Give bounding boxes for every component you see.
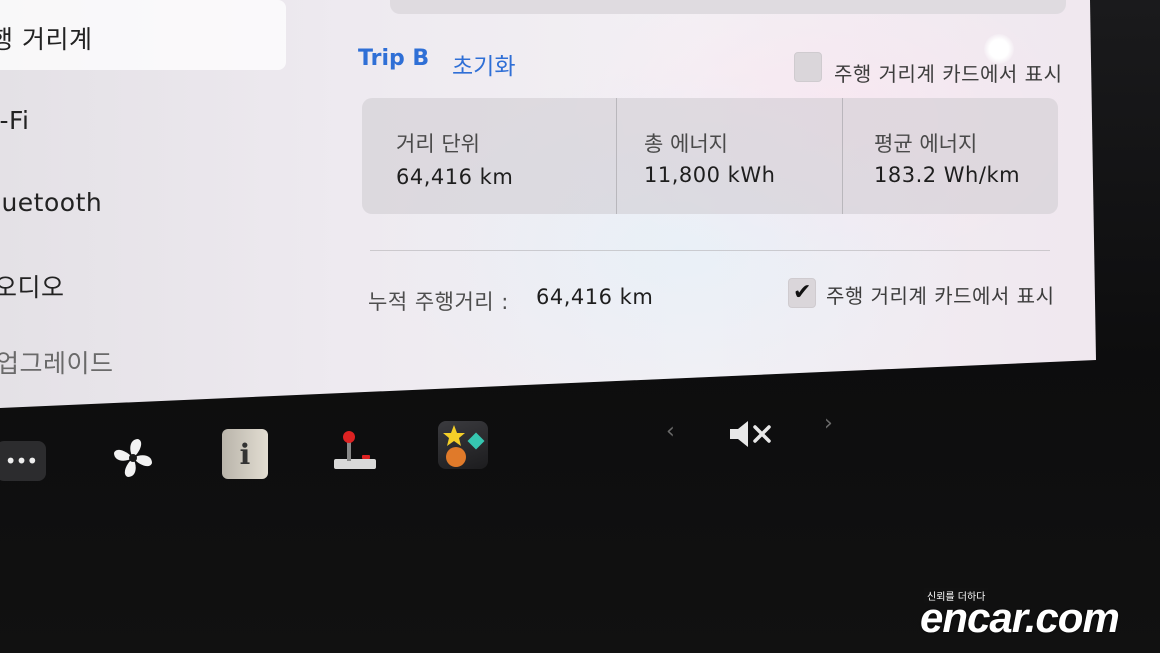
stat-distance-value: 64,416 km [396,165,514,189]
more-icon: ••• [4,449,38,473]
climate-fan-button[interactable] [108,433,158,483]
chevron-right-icon: › [824,411,833,436]
chevron-left-icon: ‹ [666,419,675,444]
light-glare-spot [984,34,1014,64]
owners-manual-button[interactable]: i [222,429,268,479]
toybox-icon [443,425,485,467]
stat-distance-label: 거리 단위 [396,132,480,156]
arcade-joystick-icon [334,431,376,469]
toybox-button[interactable] [438,421,488,469]
stats-divider [842,98,843,214]
encar-watermark: 신뢰를 더하다 encar.com [920,584,1154,644]
trip-b-show-on-card-label: 주행 거리계 카드에서 표시 [834,62,1063,86]
odometer-show-on-card-label: 주행 거리계 카드에서 표시 [826,284,1055,308]
touchscreen-display: 행 거리계 i-Fi luetooth 오디오 업그레이드 Trip B 초기화… [0,0,1096,408]
more-apps-button[interactable]: ••• [0,441,46,481]
stat-total-energy-label: 총 에너지 [644,132,728,156]
media-prev-button[interactable]: ‹ [666,419,675,444]
odometer-panel: Trip B 초기화 주행 거리계 카드에서 표시 거리 단위 64,416 k… [0,0,1096,408]
trip-a-card-edge [390,0,1066,14]
owners-manual-icon: i [239,437,251,471]
trip-b-stats-card: 거리 단위 64,416 km 총 에너지 11,800 kWh 평균 에너지 … [362,98,1058,214]
photo-frame: 행 거리계 i-Fi luetooth 오디오 업그레이드 Trip B 초기화… [0,0,1160,653]
trip-b-reset-button[interactable]: 초기화 [452,47,515,81]
stats-divider [616,98,617,214]
volume-mute-button[interactable] [728,417,774,451]
arcade-button[interactable] [330,425,380,475]
fan-icon [114,439,152,477]
odometer-total-label: 누적 주행거리 : [368,290,509,314]
media-next-button[interactable]: › [824,411,833,436]
trip-b-show-on-card-checkbox[interactable] [794,52,822,82]
bottom-taskbar: ••• i ‹ › [0,405,1100,495]
trip-b-title: Trip B [358,46,430,71]
stat-total-energy-value: 11,800 kWh [644,163,776,187]
section-divider [370,250,1050,251]
mute-icon [730,421,771,447]
stat-avg-energy-value: 183.2 Wh/km [874,163,1021,187]
odometer-total-value: 64,416 km [536,285,654,309]
odometer-show-on-card-checkbox[interactable]: ✔ [788,278,816,308]
encar-logo: encar.com [920,594,1120,641]
check-icon: ✔ [793,280,812,305]
stat-avg-energy-label: 평균 에너지 [874,132,978,156]
